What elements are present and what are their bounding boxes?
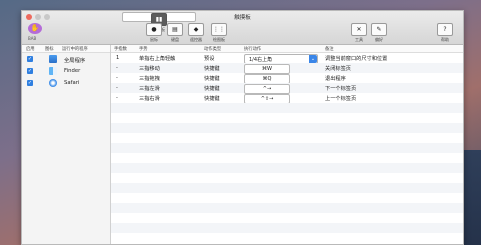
cell-finger: - [116,85,118,91]
empty-row [111,133,463,143]
header-action: 执行动作 [244,47,262,52]
safari-icon [49,79,57,87]
pencil-icon: ✎ [371,23,387,36]
app-logo-icon[interactable]: ✋ [28,23,42,34]
cell-gesture: 三指左滑 [139,86,160,92]
cell-finger: - [116,65,118,71]
app-window: 触摸板 ✋ BAB ▮▮ 触摸板 ● 鼠标 ▤ 键盘 ◆ 遥控器 ⋮⋮ 绘图板 … [21,10,464,245]
gesture-table: 手指数 手势 动作类型 执行动作 备注 1 单指右上角轻触 预设 1/4右上角 … [111,45,463,244]
empty-row [111,103,463,113]
cell-action-type: 预设 [204,56,215,62]
app-sidebar: 启用 图标 运行中的程序 ✓ 全局程序 ✓ Finder ✓ Safari [22,45,111,244]
header-finger: 手指数 [114,47,127,52]
cell-finger: - [116,75,118,81]
cell-note: 上一个标签页 [325,96,357,102]
empty-row [111,223,463,233]
sidebar-item-finder[interactable]: ✓ Finder [22,65,110,77]
tab-mouse-label: 鼠标 [150,37,158,42]
empty-row [111,203,463,213]
tools-icon: ✕ [351,23,367,36]
tab-keyboard[interactable]: ▤ 键盘 [164,23,186,43]
action-select-value: 1/4右上角 [249,57,273,63]
empty-row [111,123,463,133]
tab-keyboard-label: 键盘 [171,37,179,42]
tab-remote-label: 遥控器 [190,37,202,42]
checkbox-checked-icon[interactable]: ✓ [27,80,33,86]
app-name: Safari [64,80,80,86]
tools-button[interactable]: ✕ 工具 [348,23,370,43]
sidebar-item-safari[interactable]: ✓ Safari [22,77,110,89]
cell-action-type: 快捷键 [204,66,220,72]
header-action-type: 动作类型 [204,47,222,52]
header-enabled: 启用 [26,47,35,52]
cell-gesture: 三指拖拽 [139,76,160,82]
cell-gesture: 三指移动 [139,66,160,72]
empty-row [111,163,463,173]
global-apps-icon [49,55,57,63]
preferences-label: 偏好 [375,37,383,42]
header-gesture: 手势 [139,47,148,52]
empty-row [111,193,463,203]
table-row[interactable]: - 三指移动 快捷键 ⌘W 关闭标签页 [111,63,463,74]
header-icon: 图标 [45,47,54,52]
help-icon: ? [437,23,453,36]
cell-action-type: 快捷键 [204,96,220,102]
checkbox-checked-icon[interactable]: ✓ [27,68,33,74]
tab-mouse[interactable]: ● 鼠标 [143,23,165,43]
empty-row [111,113,463,123]
checkbox-checked-icon[interactable]: ✓ [27,56,33,62]
tab-trackpad[interactable]: ▮▮ 触摸板 [122,12,196,32]
remote-icon: ◆ [188,23,204,36]
cell-finger: - [116,95,118,101]
empty-row [111,153,463,163]
tab-drawing-label: 绘图板 [213,37,225,42]
cell-note: 关闭标签页 [325,66,351,72]
cell-note: 调整当前窗口的尺寸和位置 [325,56,388,62]
mouse-icon: ● [146,23,162,36]
help-label: 帮助 [441,37,449,42]
cell-gesture: 单指右上角轻触 [139,56,176,62]
cell-note: 退出程序 [325,76,346,82]
help-button[interactable]: ? 帮助 [434,23,456,43]
chevron-down-icon: ⌄ [309,55,317,63]
table-row[interactable]: - 三指左滑 快捷键 ^→ 下一个标签页 [111,83,463,94]
cell-action-type: 快捷键 [204,76,220,82]
keyboard-icon: ▤ [167,23,183,36]
table-header: 手指数 手势 动作类型 执行动作 备注 [111,45,463,53]
tab-drawing[interactable]: ⋮⋮ 绘图板 [208,23,230,43]
cell-note: 下一个标签页 [325,86,357,92]
cell-action-type: 快捷键 [204,86,220,92]
window-title: 触摸板 [234,15,251,21]
table-row[interactable]: 1 单指右上角轻触 预设 1/4右上角 ⌄ 调整当前窗口的尺寸和位置 [111,53,463,64]
empty-row [111,213,463,223]
cell-gesture: 三指右滑 [139,96,160,102]
tools-label: 工具 [355,37,363,42]
empty-row [111,183,463,193]
table-row[interactable]: - 三指右滑 快捷键 ^⇧→ 上一个标签页 [111,93,463,104]
header-note: 备注 [325,47,334,52]
app-logo-label: BAB [28,36,37,41]
finder-icon [49,67,57,75]
table-row[interactable]: - 三指拖拽 快捷键 ⌘Q 退出程序 [111,73,463,84]
title-toolbar: 触摸板 ✋ BAB ▮▮ 触摸板 ● 鼠标 ▤ 键盘 ◆ 遥控器 ⋮⋮ 绘图板 … [22,11,463,45]
tab-remote[interactable]: ◆ 遥控器 [185,23,207,43]
empty-row [111,173,463,183]
app-name: 全局程序 [64,58,86,64]
drawing-icon: ⋮⋮ [211,23,227,36]
empty-row [111,143,463,153]
header-apps: 运行中的程序 [62,47,88,52]
sidebar-item-global[interactable]: ✓ 全局程序 [22,53,110,65]
empty-row [111,233,463,243]
app-name: Finder [64,68,81,74]
cell-finger: 1 [116,55,120,61]
preferences-button[interactable]: ✎ 偏好 [368,23,390,43]
sidebar-header: 启用 图标 运行中的程序 [22,45,110,53]
